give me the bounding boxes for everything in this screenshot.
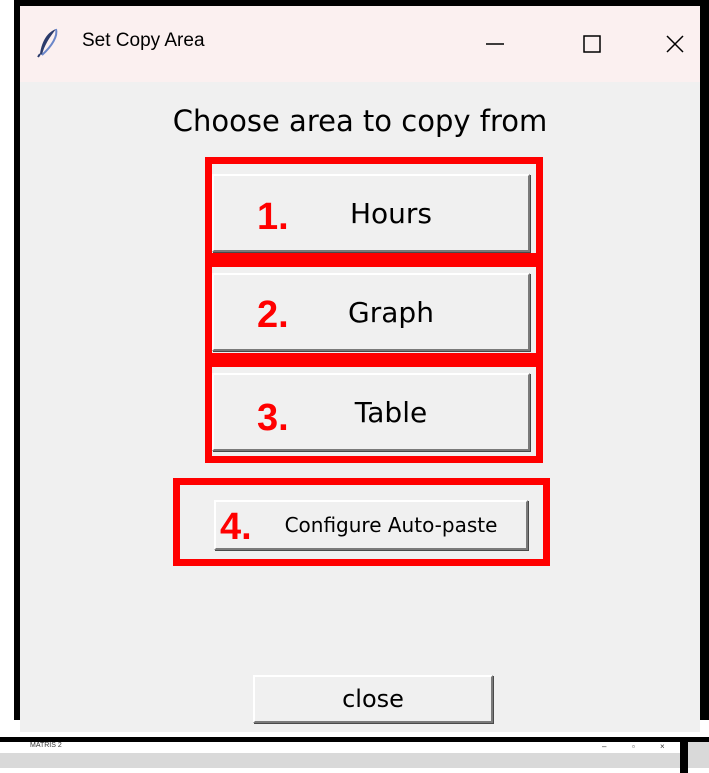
background-minimize-icon[interactable]: – <box>602 742 606 751</box>
background-window-edge <box>680 742 688 773</box>
highlight-box-3 <box>205 360 543 463</box>
highlight-box-1 <box>205 157 543 260</box>
page-heading: Choose area to copy from <box>172 104 548 138</box>
close-button[interactable]: close <box>253 675 493 723</box>
highlight-box-2 <box>205 260 543 360</box>
window-border-right <box>700 0 709 720</box>
background-window-titlebar: MATRIS 2 – ▫ × <box>0 742 680 753</box>
background-close-icon[interactable]: × <box>660 742 665 751</box>
step-number-1: 1. <box>257 196 289 238</box>
maximize-button[interactable] <box>572 24 612 64</box>
minimize-button[interactable] <box>475 24 515 64</box>
background-maximize-icon[interactable]: ▫ <box>632 742 635 751</box>
window-content: Choose area to copy from Hours Graph Tab… <box>20 82 700 732</box>
close-window-button[interactable] <box>655 24 695 64</box>
background-window[interactable]: MATRIS 2 – ▫ × <box>0 737 709 773</box>
title-bar[interactable]: Set Copy Area <box>20 6 700 82</box>
step-number-2: 2. <box>257 294 289 336</box>
feather-icon <box>37 28 58 58</box>
close-button-label: close <box>342 685 404 713</box>
close-icon <box>666 35 684 53</box>
step-number-3: 3. <box>257 397 289 439</box>
step-number-4: 4. <box>220 506 252 548</box>
minimize-icon <box>486 43 504 45</box>
maximize-icon <box>583 35 601 53</box>
window-title: Set Copy Area <box>82 30 205 51</box>
background-window-title: MATRIS 2 <box>30 742 62 749</box>
